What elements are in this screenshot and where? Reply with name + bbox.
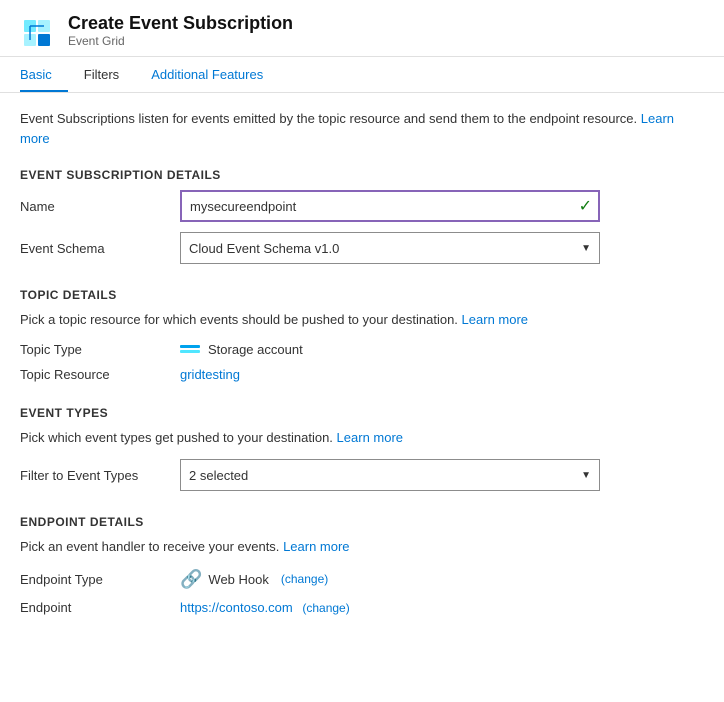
event-types-desc: Pick which event types get pushed to you… [20,428,704,448]
topic-type-text: Storage account [208,342,303,357]
topic-details-desc: Pick a topic resource for which events s… [20,310,704,330]
endpoint-details-section: ENDPOINT DETAILS Pick an event handler t… [20,515,704,615]
main-content: Event Subscriptions listen for events em… [0,93,724,655]
event-grid-icon [20,12,56,48]
tab-filters[interactable]: Filters [84,57,135,92]
endpoint-learn-more-link[interactable]: Learn more [283,539,349,554]
storage-account-icon [180,345,200,353]
endpoint-type-change-link[interactable]: (change) [281,572,328,586]
topic-details-section: TOPIC DETAILS Pick a topic resource for … [20,288,704,382]
endpoint-label: Endpoint [20,600,180,615]
filter-event-types-dropdown[interactable]: 2 selected ▼ [180,459,600,491]
topic-type-label: Topic Type [20,342,180,357]
event-schema-value: Cloud Event Schema v1.0 [189,241,339,256]
endpoint-url-link[interactable]: https://contoso.com [180,600,293,615]
endpoint-control: https://contoso.com (change) [180,600,600,615]
topic-resource-control: gridtesting [180,367,600,382]
topic-type-control: Storage account [180,342,600,357]
tab-basic[interactable]: Basic [20,57,68,92]
topic-learn-more-link[interactable]: Learn more [462,312,528,327]
endpoint-type-label: Endpoint Type [20,572,180,587]
filter-event-types-label: Filter to Event Types [20,468,180,483]
endpoint-details-title: ENDPOINT DETAILS [20,515,704,529]
page-title: Create Event Subscription [68,13,293,34]
event-subscription-details-section: EVENT SUBSCRIPTION DETAILS Name ✓ Event … [20,168,704,264]
endpoint-change-link[interactable]: (change) [302,601,349,615]
endpoint-row: Endpoint https://contoso.com (change) [20,600,704,615]
tab-additional-features[interactable]: Additional Features [151,57,279,92]
name-field-wrapper: ✓ [180,190,600,222]
page-subtitle: Event Grid [68,34,293,48]
event-types-title: EVENT TYPES [20,406,704,420]
topic-details-title: TOPIC DETAILS [20,288,704,302]
endpoint-type-control: 🔗 Web Hook (change) [180,569,600,590]
event-schema-dropdown[interactable]: Cloud Event Schema v1.0 ▼ [180,232,600,264]
endpoint-type-row: Endpoint Type 🔗 Web Hook (change) [20,569,704,590]
name-label: Name [20,199,180,214]
event-schema-arrow-icon: ▼ [581,243,591,254]
topic-resource-link[interactable]: gridtesting [180,367,240,382]
filter-event-types-row: Filter to Event Types 2 selected ▼ [20,459,704,491]
filter-event-types-value: 2 selected [189,468,248,483]
name-valid-icon: ✓ [579,196,592,216]
event-types-learn-more-link[interactable]: Learn more [337,430,403,445]
event-subscription-details-title: EVENT SUBSCRIPTION DETAILS [20,168,704,182]
header-text-group: Create Event Subscription Event Grid [68,13,293,48]
filter-event-types-arrow-icon: ▼ [581,470,591,481]
name-input[interactable] [180,190,600,222]
tab-bar: Basic Filters Additional Features [0,57,724,93]
topic-resource-label: Topic Resource [20,367,180,382]
filter-event-types-control: 2 selected ▼ [180,459,600,491]
info-description: Event Subscriptions listen for events em… [20,109,704,148]
webhook-icon: 🔗 [180,569,202,590]
name-row: Name ✓ [20,190,704,222]
event-schema-control: Cloud Event Schema v1.0 ▼ [180,232,600,264]
event-types-section: EVENT TYPES Pick which event types get p… [20,406,704,492]
page-header: Create Event Subscription Event Grid [0,0,724,57]
endpoint-type-value: 🔗 Web Hook (change) [180,569,600,590]
topic-type-row: Topic Type Storage account [20,342,704,357]
endpoint-type-text: Web Hook [208,572,268,587]
endpoint-details-desc: Pick an event handler to receive your ev… [20,537,704,557]
event-schema-row: Event Schema Cloud Event Schema v1.0 ▼ [20,232,704,264]
topic-resource-row: Topic Resource gridtesting [20,367,704,382]
topic-type-value: Storage account [180,342,600,357]
event-schema-label: Event Schema [20,241,180,256]
name-input-wrapper: ✓ [180,190,600,222]
